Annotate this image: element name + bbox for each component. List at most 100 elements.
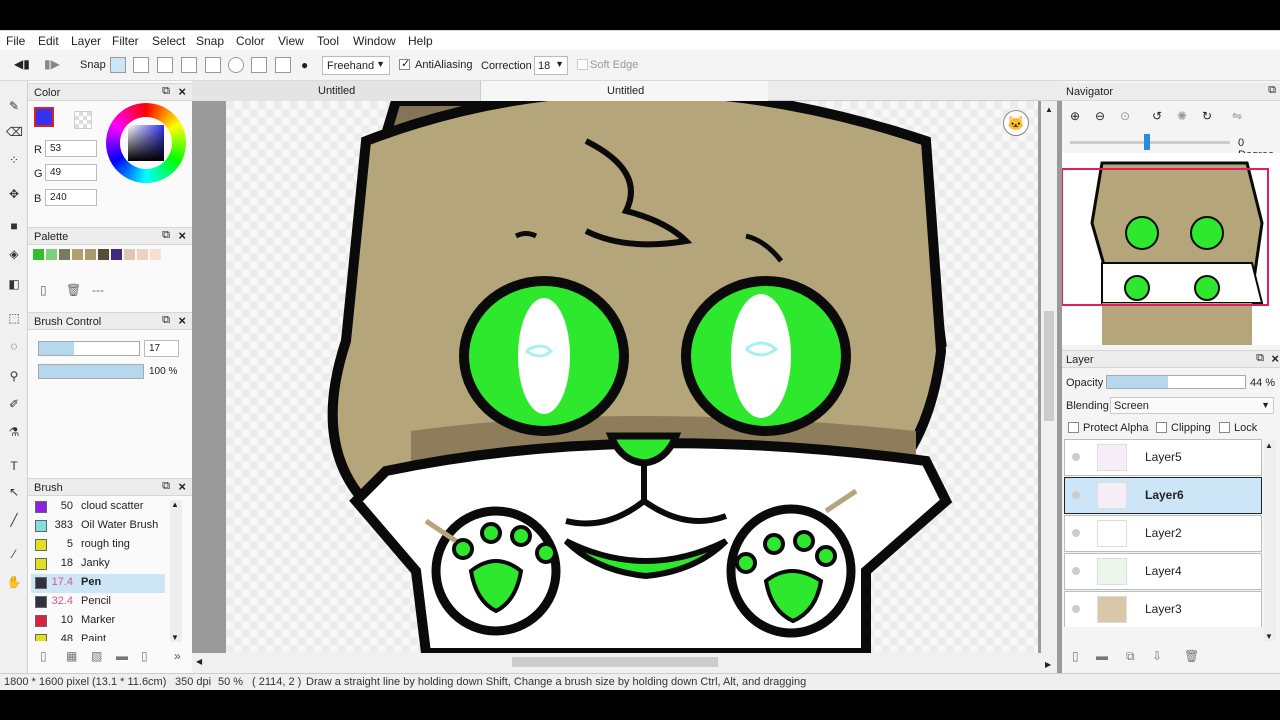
palette-swatch[interactable] — [85, 249, 96, 260]
snap-grid2-icon[interactable] — [275, 57, 291, 73]
correction-select[interactable]: 18 ▼ — [534, 56, 568, 75]
visibility-icon[interactable] — [1072, 605, 1080, 613]
float-icon[interactable]: ⧉ — [162, 85, 170, 98]
tab-untitled-1[interactable]: Untitled — [192, 81, 480, 101]
lock-checkbox[interactable] — [1219, 422, 1230, 433]
merge-layer-icon[interactable]: ⇩ — [1152, 649, 1162, 663]
palette-swatch[interactable] — [137, 249, 148, 260]
menu-layer[interactable]: Layer — [71, 34, 101, 48]
soft-edge-checkbox[interactable] — [577, 59, 588, 70]
rotate-reset-icon[interactable]: ✺ — [1177, 109, 1187, 123]
palette-swatch[interactable] — [98, 249, 109, 260]
eraser-tool-icon[interactable]: ⌫ — [6, 125, 23, 139]
stroke-mode-select[interactable]: Freehand ▼ — [322, 56, 390, 75]
undo-icon[interactable]: ◀▮ — [14, 57, 30, 71]
new-layer-icon[interactable]: ▯ — [1072, 649, 1079, 663]
close-icon[interactable]: × — [178, 84, 186, 99]
snap-grid-icon[interactable] — [157, 57, 173, 73]
snap-off-icon[interactable] — [110, 57, 126, 73]
navigator-preview[interactable] — [1061, 153, 1280, 345]
scroll-down-icon[interactable]: ▼ — [171, 633, 179, 642]
layer-row[interactable]: Layer5 — [1064, 439, 1262, 476]
visibility-icon[interactable] — [1072, 453, 1080, 461]
menu-file[interactable]: File — [6, 34, 25, 48]
opacity-slider[interactable] — [1106, 375, 1246, 389]
scroll-up-icon[interactable]: ▲ — [171, 500, 179, 509]
brush-item[interactable]: 383 Oil Water Brush — [31, 517, 165, 536]
float-icon[interactable]: ⧉ — [162, 480, 170, 493]
clipping-checkbox[interactable] — [1156, 422, 1167, 433]
rotate-left-icon[interactable]: ↺ — [1152, 109, 1162, 123]
visibility-icon[interactable] — [1072, 567, 1080, 575]
brush-item[interactable]: 17.4 Pen — [31, 574, 165, 593]
b-field[interactable]: 240 — [45, 189, 97, 206]
eyedropper-icon[interactable]: ⁄ — [6, 547, 22, 561]
layer-row[interactable]: Layer2 — [1064, 515, 1262, 552]
brush-new-icon[interactable]: ▯ — [40, 649, 47, 663]
tab-untitled-2[interactable]: Untitled — [480, 81, 768, 101]
brush-density-slider[interactable] — [38, 364, 144, 379]
rotate-right-icon[interactable]: ↻ — [1202, 109, 1212, 123]
new-folder-icon[interactable]: ▬ — [1096, 649, 1108, 663]
bucket-tool-icon[interactable]: ◈ — [6, 247, 22, 261]
brush-item[interactable]: 32.4 Pencil — [31, 593, 165, 612]
brush-item[interactable]: 5 rough ting — [31, 536, 165, 555]
menu-help[interactable]: Help — [408, 34, 433, 48]
float-icon[interactable]: ⧉ — [162, 229, 170, 242]
close-icon[interactable]: × — [178, 479, 186, 494]
brush-size-slider[interactable] — [38, 341, 140, 356]
close-icon[interactable]: × — [178, 228, 186, 243]
snap-circle-icon[interactable] — [228, 57, 244, 73]
close-icon[interactable]: × — [1271, 351, 1279, 366]
brush-delete-icon[interactable]: ▯ — [141, 649, 148, 663]
brush-size-field[interactable]: 17 — [144, 340, 179, 357]
canvas-vertical-scrollbar[interactable]: ▲ ▶ — [1041, 101, 1057, 673]
pen-line-icon[interactable]: ╱ — [6, 513, 22, 527]
move-tool-icon[interactable]: ✥ — [6, 187, 22, 201]
transparent-swatch[interactable] — [74, 111, 92, 129]
palette-swatch[interactable] — [150, 249, 161, 260]
brush-edit-icon[interactable]: ▧ — [91, 649, 102, 663]
menu-view[interactable]: View — [278, 34, 304, 48]
dropper-tool-icon[interactable]: ⚗ — [6, 425, 22, 439]
copy-layer-icon[interactable]: ⧉ — [1126, 649, 1135, 664]
snap-parallel-icon[interactable] — [181, 57, 197, 73]
snap-perspective-icon[interactable] — [205, 57, 221, 73]
palette-swatch[interactable] — [33, 249, 44, 260]
zoom-in-icon[interactable]: ⊕ — [1070, 109, 1080, 123]
flip-icon[interactable]: ⇋ — [1232, 109, 1242, 123]
layer-row[interactable]: Layer3 — [1064, 591, 1262, 627]
color-wheel[interactable] — [106, 103, 186, 183]
visibility-icon[interactable] — [1072, 491, 1080, 499]
scroll-right-icon[interactable]: ▶ — [1045, 660, 1051, 669]
dots-tool-icon[interactable]: ⁘ — [6, 153, 22, 167]
snap-lines-icon[interactable] — [133, 57, 149, 73]
brush-more-icon[interactable]: » — [174, 649, 181, 663]
menu-window[interactable]: Window — [353, 34, 396, 48]
palette-swatch[interactable] — [46, 249, 57, 260]
brush-copy-icon[interactable]: ▦ — [66, 649, 77, 663]
brush-folder-icon[interactable]: ▬ — [116, 649, 128, 663]
redo-icon[interactable]: ▮▶ — [44, 57, 60, 71]
layer-row-selected[interactable]: Layer6 — [1064, 477, 1262, 514]
menu-select[interactable]: Select — [152, 34, 185, 48]
hand-tool-icon[interactable]: ✋ — [6, 575, 22, 589]
magic-wand-icon[interactable]: ⚲ — [6, 369, 22, 383]
antialias-checkbox[interactable]: ✓ — [399, 58, 410, 70]
new-page-icon[interactable]: ▯ — [40, 283, 47, 297]
visibility-icon[interactable] — [1072, 529, 1080, 537]
pointer-tool-icon[interactable]: ↖ — [6, 485, 22, 499]
zoom-reset-icon[interactable]: ⊙ — [1120, 109, 1130, 123]
delete-layer-icon[interactable]: 🗑 — [1184, 649, 1199, 663]
menu-tool[interactable]: Tool — [317, 34, 339, 48]
drawing-canvas[interactable] — [226, 101, 1038, 653]
brush-item[interactable]: 48 Paint — [31, 631, 165, 641]
avatar-icon[interactable]: 🐱 — [1003, 110, 1029, 136]
pen-tool-icon[interactable]: ✎ — [6, 99, 22, 113]
close-icon[interactable]: × — [178, 313, 186, 328]
zoom-out-icon[interactable]: ⊖ — [1095, 109, 1105, 123]
more-icon[interactable]: --- — [92, 283, 104, 297]
layer-row[interactable]: Layer4 — [1064, 553, 1262, 590]
scroll-left-icon[interactable]: ◀ — [196, 657, 202, 666]
scroll-thumb[interactable] — [512, 657, 718, 667]
